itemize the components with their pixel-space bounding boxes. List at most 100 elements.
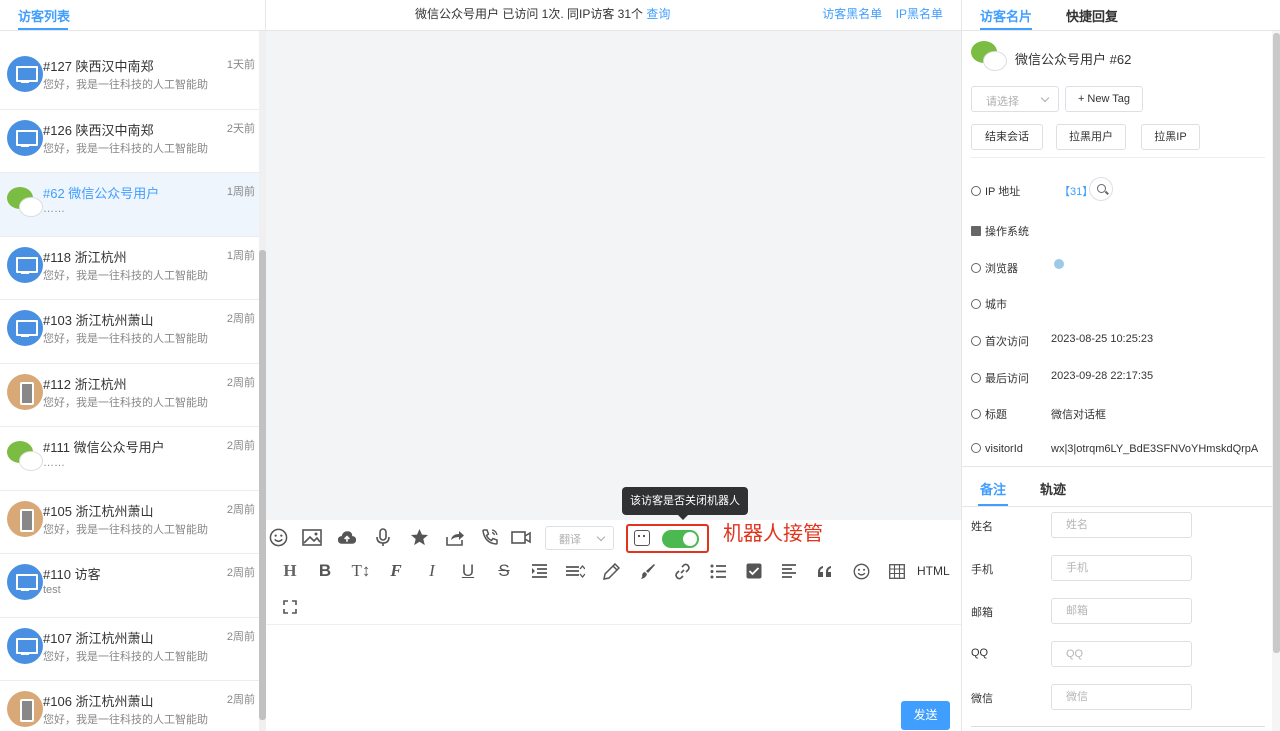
clock-icon [971, 336, 981, 346]
clock-icon [971, 373, 981, 383]
list-item-active[interactable]: #62 微信公众号用户 …… 1周前 [0, 173, 259, 237]
location-icon [971, 299, 981, 309]
visitor-list-scrollbar-thumb[interactable] [259, 250, 266, 720]
robot-icon [634, 530, 650, 546]
emoticon-icon[interactable] [851, 561, 871, 581]
visitor-last-message: 您好，我是一往科技的人工智能助 [43, 269, 208, 282]
wechat-field[interactable] [1051, 684, 1192, 710]
bold-icon[interactable]: B [315, 561, 335, 581]
upload-cloud-icon[interactable] [337, 527, 357, 547]
title-value: 微信对话框 [1051, 409, 1106, 421]
video-icon[interactable] [511, 527, 531, 547]
email-field[interactable] [1051, 598, 1192, 624]
list-item[interactable]: #107 浙江杭州萧山 您好，我是一往科技的人工智能助 2周前 [0, 618, 259, 681]
send-button[interactable]: 发送 [901, 701, 950, 730]
list-item[interactable]: #118 浙江杭州 您好，我是一往科技的人工智能助 1周前 [0, 237, 259, 300]
background-color-icon[interactable] [637, 561, 657, 581]
search-icon[interactable] [1089, 177, 1113, 201]
list-item[interactable]: #105 浙江杭州萧山 您好，我是一往科技的人工智能助 2周前 [0, 491, 259, 554]
line-height-icon[interactable] [565, 561, 585, 581]
visitor-time: 2周前 [226, 313, 255, 325]
image-icon[interactable] [302, 527, 322, 547]
checkbox-icon[interactable] [744, 561, 764, 581]
font-color-icon[interactable] [601, 561, 621, 581]
desktop-avatar-icon [7, 310, 43, 346]
active-tab-indicator [980, 28, 1032, 30]
italic-icon[interactable]: I [422, 561, 442, 581]
underline-icon[interactable]: U [458, 561, 478, 581]
visitor-last-message: 您好，我是一往科技的人工智能助 [43, 714, 208, 726]
divider [971, 157, 1265, 158]
indent-icon[interactable] [529, 561, 549, 581]
user-icon [971, 186, 981, 196]
monitor-icon [971, 226, 981, 236]
qq-field[interactable] [1051, 641, 1192, 667]
block-user-button[interactable]: 拉黑用户 [1056, 124, 1126, 150]
mobile-avatar-icon [7, 373, 43, 410]
end-session-button[interactable]: 结束会话 [971, 124, 1043, 150]
font-family-icon[interactable]: F [386, 561, 406, 581]
fullscreen-icon[interactable] [280, 597, 300, 617]
visitor-name: #62 微信公众号用户 [43, 186, 160, 201]
list-item[interactable]: #106 浙江杭州萧山 您好，我是一往科技的人工智能助 2周前 [0, 681, 259, 731]
tab-quick-reply[interactable]: 快捷回复 [1066, 6, 1118, 25]
monitor-icon-label: 操作系统 [971, 223, 1051, 239]
desktop-avatar-icon [7, 56, 43, 92]
list-item[interactable]: #110 访客 test 2周前 [0, 554, 259, 618]
robot-tooltip: 该访客是否关闭机器人 [622, 487, 748, 520]
microphone-icon[interactable] [373, 527, 393, 547]
html-mode-button[interactable]: HTML [917, 564, 950, 578]
notes-tabs: 备注 轨迹 [962, 467, 1272, 507]
list-item[interactable]: #112 浙江杭州 您好，我是一往科技的人工智能助 2周前 [0, 364, 259, 427]
clock-icon-label: 最后访问 [971, 370, 1051, 386]
heading-icon[interactable]: H [280, 561, 300, 581]
compass-icon [971, 263, 981, 273]
visitor-time: 2天前 [226, 122, 255, 135]
link-icon [971, 443, 981, 453]
visitor-last-message: 您好，我是一往科技的人工智能助 [43, 333, 208, 345]
browser-icon-label: 浏览器 [971, 260, 1051, 276]
tab-trace[interactable]: 轨迹 [1040, 479, 1066, 498]
tab-visitor-card[interactable]: 访客名片 [980, 6, 1032, 25]
tab-notes[interactable]: 备注 [980, 479, 1006, 498]
browser-logo-icon [1054, 259, 1064, 269]
robot-toggle-switch[interactable] [662, 530, 699, 548]
visitor-summary: 微信公众号用户 已访问 1次. 同IP访客 31个 查询 [415, 5, 670, 22]
ip-value[interactable]: 【31】 [1059, 183, 1093, 199]
list-item[interactable]: #127 陕西汉中南郑 您好，我是一往科技的人工智能助 1天前 [0, 46, 259, 110]
list-item[interactable]: #111 微信公众号用户 …… 2周前 [0, 427, 259, 491]
list-item[interactable]: #126 陕西汉中南郑 您好，我是一往科技的人工智能助 2天前 [0, 110, 259, 173]
strikethrough-icon[interactable]: S [494, 561, 514, 581]
visitor-list-panel: 访客列表 #127 陕西汉中南郑 您好，我是一往科技的人工智能助 1天前 #12… [0, 0, 266, 731]
table-icon[interactable] [887, 561, 907, 581]
list-icon[interactable] [708, 561, 728, 581]
name-field[interactable] [1051, 512, 1192, 538]
align-icon[interactable] [779, 561, 799, 581]
link-icon[interactable] [672, 561, 692, 581]
phone-field[interactable] [1051, 555, 1192, 581]
block-ip-button[interactable]: 拉黑IP [1141, 124, 1200, 150]
visitor-blacklist-link[interactable]: 访客黑名单 [822, 7, 882, 21]
share-icon[interactable] [445, 527, 465, 547]
right-scrollbar-thumb[interactable] [1273, 33, 1280, 653]
new-tag-button[interactable]: + New Tag [1065, 86, 1143, 112]
star-icon[interactable] [409, 527, 429, 547]
tab-visitor-list[interactable]: 访客列表 [18, 6, 70, 25]
message-input-area[interactable]: 发送 [266, 626, 961, 731]
tag-select[interactable]: 请选择 [971, 86, 1059, 112]
robot-takeover-box [626, 524, 709, 553]
translate-select[interactable]: 翻译 [545, 526, 614, 550]
visitor-time: 1周前 [226, 186, 255, 198]
first-visit-value: 2023-08-25 10:25:23 [1051, 333, 1154, 345]
desktop-avatar-icon [7, 246, 43, 283]
query-link[interactable]: 查询 [646, 7, 670, 21]
visitor-last-message: 您好，我是一往科技的人工智能助 [43, 523, 208, 536]
wechat-avatar-icon [971, 41, 1007, 71]
list-item[interactable]: #103 浙江杭州萧山 您好，我是一往科技的人工智能助 2周前 [0, 300, 259, 364]
emoji-icon[interactable] [268, 527, 288, 547]
phone-call-icon[interactable] [480, 527, 500, 547]
robot-takeover-annotation: 机器人接管 [723, 523, 823, 545]
font-size-icon[interactable]: T↕ [351, 561, 371, 581]
quote-icon[interactable] [815, 561, 835, 581]
ip-blacklist-link[interactable]: IP黑名单 [896, 7, 943, 21]
